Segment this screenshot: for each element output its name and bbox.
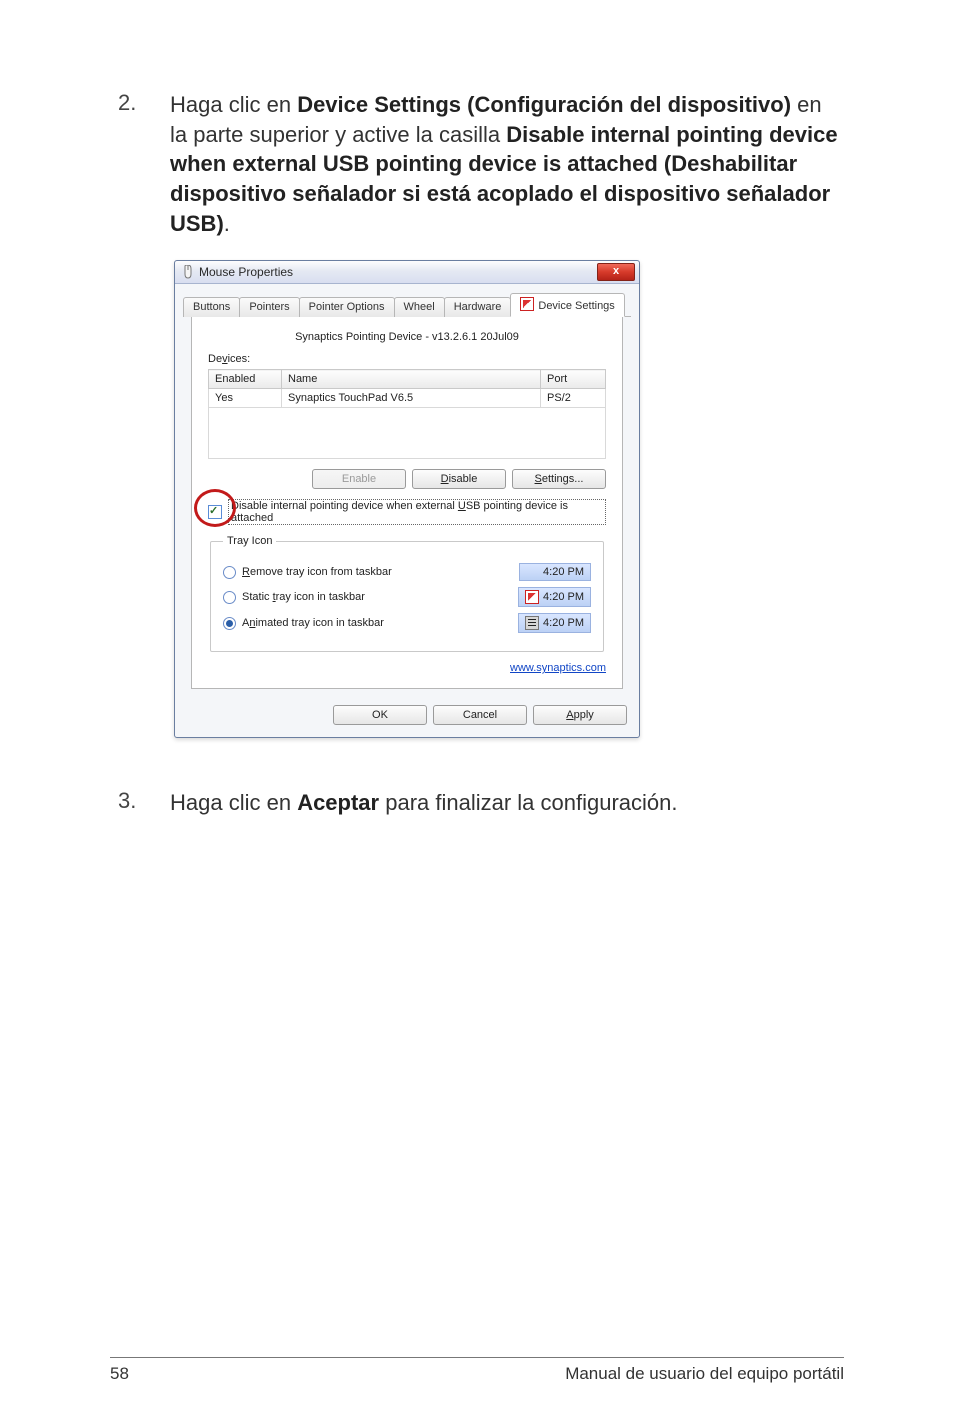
preview-animated: 4:20 PM [518, 613, 591, 633]
tray-legend: Tray Icon [223, 535, 276, 547]
cancel-label: Cancel [463, 709, 497, 721]
cb-pre: Dis [231, 500, 247, 512]
step-3-number: 3. [110, 788, 170, 814]
radio-static-row: Static tray icon in taskbar 4:20 PM [223, 587, 591, 607]
tab-body: Synaptics Pointing Device - v13.2.6.1 20… [191, 317, 623, 689]
radio-static[interactable] [223, 591, 236, 604]
tray-icon-group: Tray Icon Remove tray icon from taskbar … [210, 535, 604, 652]
titlebar: Mouse Properties x [175, 261, 639, 284]
cancel-button[interactable]: Cancel [433, 705, 527, 725]
tab-pointer-options[interactable]: Pointer Options [299, 297, 395, 317]
table-row[interactable]: Yes Synaptics TouchPad V6.5 PS/2 [209, 389, 606, 408]
cell-port: PS/2 [541, 389, 606, 408]
step3-bold: Aceptar [297, 790, 379, 815]
enable-button[interactable]: Enable [312, 469, 406, 489]
disable-internal-checkbox-row: Disable internal pointing device when ex… [208, 499, 606, 525]
step2-end: . [224, 211, 230, 236]
radio-static-label: Static tray icon in taskbar [242, 591, 365, 603]
tab-wheel[interactable]: Wheel [394, 297, 445, 317]
screenshot-mouse-properties: Mouse Properties x Buttons Pointers Poin… [174, 260, 844, 738]
blank-area [209, 408, 606, 459]
cb-u: U [458, 500, 466, 512]
disable-internal-checkbox[interactable] [208, 505, 222, 519]
tab-hardware[interactable]: Hardware [444, 297, 512, 317]
tab-device-settings[interactable]: Device Settings [510, 293, 624, 317]
static-rest: ray icon in taskbar [276, 591, 365, 603]
enable-label: Enable [342, 473, 376, 485]
dialog-window: Mouse Properties x Buttons Pointers Poin… [174, 260, 640, 738]
ok-label: OK [372, 709, 388, 721]
tab-buttons[interactable]: Buttons [183, 297, 240, 317]
synaptics-static-icon [525, 590, 539, 604]
disable-button[interactable]: Disable [412, 469, 506, 489]
devices-label: Devices: [208, 353, 606, 365]
synaptics-animated-icon [525, 616, 539, 630]
step-2: 2. Haga clic en Device Settings (Configu… [110, 90, 844, 238]
static-pre: Static [242, 591, 273, 603]
remove-u: R [242, 566, 250, 578]
dialog-bottom-buttons: OK Cancel Apply [175, 697, 639, 737]
tab-strip: Buttons Pointers Pointer Options Wheel H… [175, 284, 639, 689]
step-3: 3. Haga clic en Aceptar para finalizar l… [110, 788, 844, 818]
col-name[interactable]: Name [282, 370, 541, 389]
synaptics-tab-icon [520, 297, 534, 311]
disable-internal-label: Disable internal pointing device when ex… [228, 499, 606, 525]
cell-enabled: Yes [209, 389, 282, 408]
radio-animated-row: Animated tray icon in taskbar 4:20 PM [223, 613, 591, 633]
step-2-text: Haga clic en Device Settings (Configurac… [170, 90, 844, 238]
tab-hardware-label: Hardware [454, 301, 502, 313]
radio-animated[interactable] [223, 617, 236, 630]
cb-rest: able internal pointing device when exter… [247, 500, 458, 512]
step3-pre: Haga clic en [170, 790, 297, 815]
synaptics-link[interactable]: www.synaptics.com [208, 662, 606, 674]
col-enabled[interactable]: Enabled [209, 370, 282, 389]
time-1: 4:20 PM [543, 566, 584, 578]
close-button[interactable]: x [597, 263, 635, 281]
remove-rest: emove tray icon from taskbar [250, 566, 392, 578]
col-port[interactable]: Port [541, 370, 606, 389]
tab-pointer-options-label: Pointer Options [309, 301, 385, 313]
page-footer: 58 Manual de usuario del equipo portátil [110, 1357, 844, 1384]
tab-pointers[interactable]: Pointers [239, 297, 299, 317]
step-3-text: Haga clic en Aceptar para finalizar la c… [170, 788, 678, 818]
devices-table: Enabled Name Port Yes Synaptics TouchPad… [208, 369, 606, 459]
tab-device-settings-label: Device Settings [538, 300, 614, 312]
step2-bold1: Device Settings (Configuración del dispo… [297, 92, 791, 117]
dialog-title: Mouse Properties [199, 265, 293, 279]
footer-title: Manual de usuario del equipo portátil [565, 1364, 844, 1384]
step3-end: para finalizar la configuración. [379, 790, 677, 815]
step2-pre: Haga clic en [170, 92, 297, 117]
radio-remove-label: Remove tray icon from taskbar [242, 566, 392, 578]
settings-button[interactable]: Settings... [512, 469, 606, 489]
disable-underline: D [441, 473, 449, 485]
mouse-icon [181, 265, 195, 279]
time-2: 4:20 PM [543, 591, 584, 603]
tab-pointers-label: Pointers [249, 301, 289, 313]
device-action-buttons: Enable Disable Settings... [208, 469, 606, 489]
preview-static: 4:20 PM [518, 587, 591, 607]
settings-underline: S [535, 473, 542, 485]
driver-version-line: Synaptics Pointing Device - v13.2.6.1 20… [208, 331, 606, 343]
tab-buttons-label: Buttons [193, 301, 230, 313]
radio-remove[interactable] [223, 566, 236, 579]
radio-remove-row: Remove tray icon from taskbar 4:20 PM [223, 563, 591, 581]
cell-name: Synaptics TouchPad V6.5 [282, 389, 541, 408]
anim-rest: imated tray icon in taskbar [255, 617, 383, 629]
page-number: 58 [110, 1364, 129, 1384]
tab-wheel-label: Wheel [404, 301, 435, 313]
step-2-number: 2. [110, 90, 170, 116]
apply-button[interactable]: Apply [533, 705, 627, 725]
apply-u: A [566, 709, 573, 721]
apply-rest: pply [574, 709, 594, 721]
ok-button[interactable]: OK [333, 705, 427, 725]
time-3: 4:20 PM [543, 617, 584, 629]
preview-remove: 4:20 PM [519, 563, 591, 581]
radio-animated-label: Animated tray icon in taskbar [242, 617, 384, 629]
